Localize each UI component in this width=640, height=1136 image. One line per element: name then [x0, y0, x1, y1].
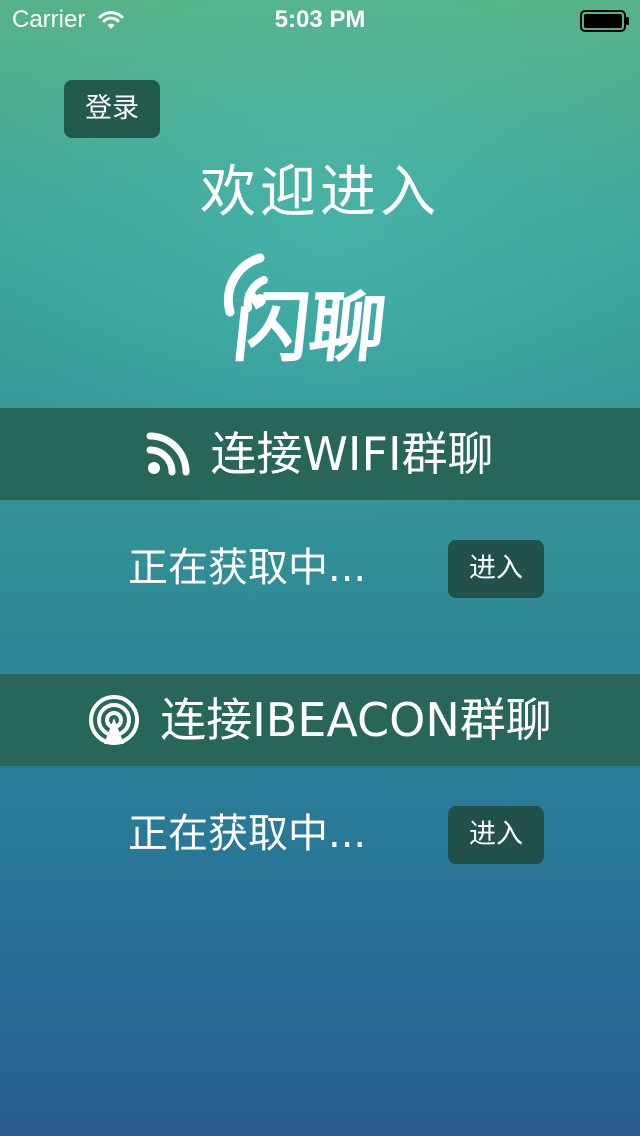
status-time: 5:03 PM	[274, 6, 366, 33]
broadcast-tower-icon	[88, 694, 140, 746]
wifi-section-header: 连接WIFI群聊	[0, 408, 640, 500]
wifi-enter-button[interactable]: 进入	[448, 540, 544, 598]
ibeacon-status-text: 正在获取中...	[128, 811, 367, 857]
battery-icon	[580, 10, 630, 36]
wifi-section-title: 连接WIFI群聊	[210, 427, 494, 481]
wifi-status-text: 正在获取中...	[128, 545, 367, 591]
status-bar: Carrier 5:03 PM	[0, 0, 640, 40]
app-logo: 闪聊	[218, 250, 408, 372]
ibeacon-enter-button[interactable]: 进入	[448, 806, 544, 864]
ibeacon-section-title: 连接IBEACON群聊	[160, 693, 552, 747]
welcome-text: 欢迎进入	[200, 160, 440, 225]
login-button[interactable]: 登录	[64, 80, 160, 138]
rss-icon	[146, 432, 190, 476]
ibeacon-section-header: 连接IBEACON群聊	[0, 674, 640, 766]
logo-text: 闪聊	[229, 283, 390, 364]
